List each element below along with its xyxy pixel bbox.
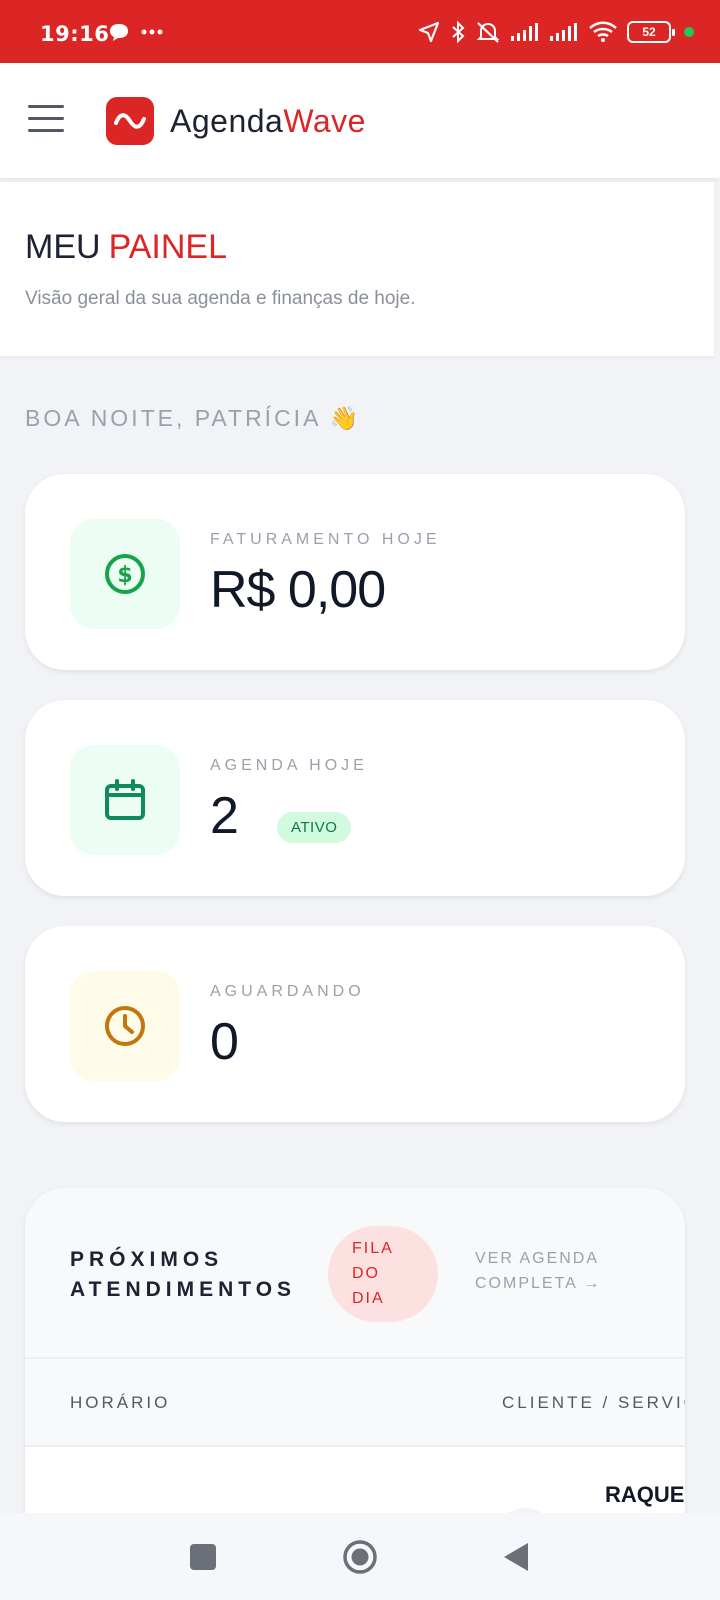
stat-label: AGENDA HOJE [210, 757, 368, 774]
status-badge: ATIVO [277, 812, 352, 843]
system-navigation-bar [0, 1513, 720, 1600]
clock-icon [105, 1006, 145, 1046]
view-full-agenda-link[interactable]: VER AGENDA COMPLETA → [475, 1246, 601, 1296]
recents-button[interactable] [190, 1544, 216, 1570]
wifi-icon [589, 21, 617, 42]
column-header-time: HORÁRIO [70, 1393, 171, 1412]
battery-icon: 52 [627, 21, 675, 43]
stat-card-agenda: AGENDA HOJE 2 ATIVO [25, 700, 685, 896]
hamburger-menu-icon[interactable] [28, 105, 64, 135]
stat-value: 0 [210, 1013, 239, 1071]
signal-icon [511, 23, 538, 41]
greeting-text: BOA NOITE, PATRÍCIA 👋 [25, 405, 362, 431]
page-title: MEU PAINEL [25, 228, 227, 266]
location-arrow-icon [418, 21, 440, 43]
privacy-indicator-dot [684, 27, 694, 37]
back-button[interactable] [502, 1541, 530, 1573]
stat-value: 2 [210, 787, 239, 845]
app-header: AgendaWave [0, 63, 720, 178]
brand-name: AgendaWave [170, 103, 366, 139]
stat-card-waiting: AGUARDANDO 0 [25, 926, 685, 1122]
status-time: 19:16 [40, 22, 110, 46]
stat-value: R$ 0,00 [210, 561, 386, 619]
more-dots-icon [141, 29, 163, 35]
bluetooth-icon [452, 20, 465, 44]
table-row-client-name[interactable]: RAQUE [605, 1482, 684, 1508]
stat-card-revenue: $ FATURAMENTO HOJE R$ 0,00 [25, 474, 685, 670]
svg-text:$: $ [117, 563, 132, 588]
panel-title: PRÓXIMOS ATENDIMENTOS [70, 1248, 297, 1301]
wave-logo-icon [106, 97, 154, 145]
home-button[interactable] [342, 1539, 378, 1575]
table-header: HORÁRIO CLIENTE / SERVIÇ [25, 1359, 685, 1447]
calendar-icon [105, 779, 145, 820]
mute-icon [476, 22, 500, 43]
dollar-icon: $ [105, 554, 145, 594]
stat-label: FATURAMENTO HOJE [210, 531, 441, 548]
column-header-client: CLIENTE / SERVIÇ [502, 1393, 685, 1412]
queue-badge: FILA DO DIA [328, 1226, 438, 1322]
status-bar: 19:16 52 [0, 0, 720, 63]
page-subtitle: Visão geral da sua agenda e finanças de … [25, 288, 416, 309]
stat-label: AGUARDANDO [210, 983, 365, 1000]
signal-icon [550, 23, 577, 41]
page-header: MEU PAINEL Visão geral da sua agenda e fi… [0, 182, 714, 356]
chat-bubble-icon [110, 24, 128, 41]
